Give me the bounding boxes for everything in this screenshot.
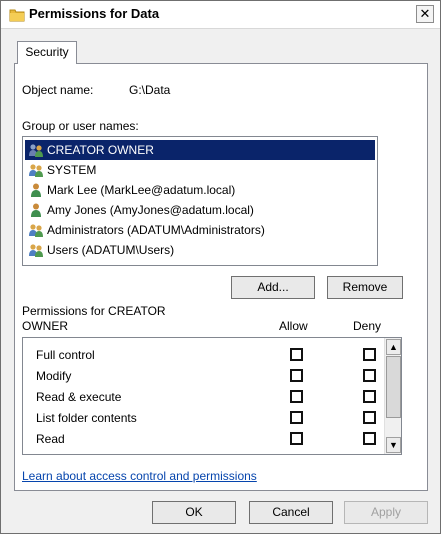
group-icon (28, 222, 44, 238)
table-row: Full control (23, 344, 385, 366)
permission-name: List folder contents (36, 411, 137, 425)
deny-checkbox[interactable] (363, 390, 376, 403)
allow-header: Allow (279, 319, 308, 333)
table-row: Read (23, 428, 385, 450)
list-item-label: CREATOR OWNER (47, 143, 154, 157)
deny-header: Deny (353, 319, 382, 333)
add-button[interactable]: Add... (231, 276, 315, 299)
group-icon (28, 162, 44, 178)
dialog-title: Permissions for Data (29, 6, 160, 21)
permission-name: Modify (36, 369, 72, 383)
permissions-scrollbar[interactable]: ▲ ▼ (384, 338, 401, 454)
list-item-label: SYSTEM (47, 163, 97, 177)
table-row: Read & execute (23, 386, 385, 408)
list-item[interactable]: Mark Lee (MarkLee@adatum.local) (25, 180, 375, 200)
deny-checkbox[interactable] (363, 369, 376, 382)
deny-checkbox[interactable] (363, 411, 376, 424)
allow-checkbox[interactable] (290, 369, 303, 382)
group-icon (28, 242, 44, 258)
list-item[interactable]: CREATOR OWNER (25, 140, 375, 160)
list-item[interactable]: Administrators (ADATUM\Administrators) (25, 220, 375, 240)
permissions-title-line2: OWNER (22, 319, 68, 333)
list-item-label: Mark Lee (MarkLee@adatum.local) (47, 183, 236, 197)
arrow-up-icon: ▲ (389, 342, 398, 352)
allow-checkbox[interactable] (290, 432, 303, 445)
list-item-label: Administrators (ADATUM\Administrators) (47, 223, 265, 237)
table-row: Modify (23, 365, 385, 387)
list-item[interactable]: SYSTEM (25, 160, 375, 180)
permissions-list[interactable]: Full control Modify Read & execute List … (22, 337, 402, 455)
permissions-dialog: Permissions for Data ✕ Security Object n… (0, 0, 441, 534)
list-item-label: Amy Jones (AmyJones@adatum.local) (47, 203, 254, 217)
deny-checkbox[interactable] (363, 432, 376, 445)
cancel-button[interactable]: Cancel (249, 501, 333, 524)
remove-button[interactable]: Remove (327, 276, 403, 299)
allow-checkbox[interactable] (290, 390, 303, 403)
object-name-label: Object name: (22, 83, 94, 97)
close-icon: ✕ (419, 6, 431, 21)
object-name-value: G:\Data (129, 83, 171, 97)
scroll-down-button[interactable]: ▼ (386, 437, 401, 453)
table-row: List folder contents (23, 407, 385, 429)
scroll-thumb[interactable] (386, 356, 401, 418)
list-item[interactable]: Amy Jones (AmyJones@adatum.local) (25, 200, 375, 220)
allow-checkbox[interactable] (290, 348, 303, 361)
list-item-label: Users (ADATUM\Users) (47, 243, 175, 257)
group-list[interactable]: CREATOR OWNER SYSTEM Mark Lee (MarkLee@a… (22, 136, 378, 266)
user-icon (28, 202, 44, 218)
deny-checkbox[interactable] (363, 348, 376, 361)
list-item[interactable]: Users (ADATUM\Users) (25, 240, 375, 260)
close-button[interactable]: ✕ (416, 5, 434, 23)
permission-name: Read (36, 432, 65, 446)
arrow-down-icon: ▼ (389, 440, 398, 450)
allow-checkbox[interactable] (290, 411, 303, 424)
ok-button[interactable]: OK (152, 501, 236, 524)
folder-icon (9, 7, 25, 23)
permission-name: Full control (36, 348, 95, 362)
permissions-title-line1: Permissions for CREATOR (22, 304, 166, 318)
permission-name: Read & execute (36, 390, 122, 404)
group-icon (28, 142, 44, 158)
user-icon (28, 182, 44, 198)
access-control-help-link[interactable]: Learn about access control and permissio… (22, 469, 257, 483)
title-bar[interactable]: Permissions for Data ✕ (1, 1, 440, 29)
apply-button[interactable]: Apply (344, 501, 428, 524)
tab-security[interactable]: Security (17, 41, 77, 64)
group-list-label: Group or user names: (22, 119, 139, 133)
scroll-up-button[interactable]: ▲ (386, 339, 401, 355)
